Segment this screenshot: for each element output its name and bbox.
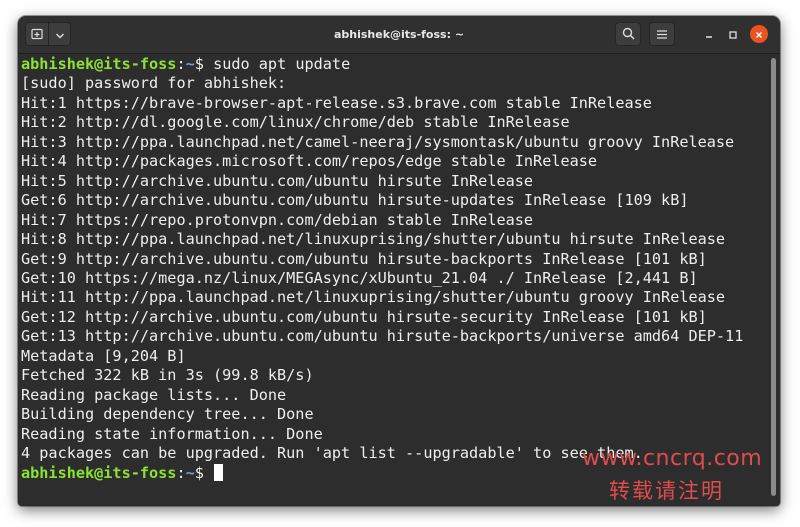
- output-line: Hit:2 http://dl.google.com/linux/chrome/…: [21, 113, 570, 132]
- hamburger-menu-icon: [656, 25, 668, 44]
- title-bar[interactable]: abhishek@its-foss: ~: [18, 16, 780, 54]
- output-line: Hit:7 https://repo.protonvpn.com/debian …: [21, 210, 534, 229]
- output-line: Get:13 http://archive.ubuntu.com/ubuntu …: [21, 327, 744, 346]
- command-text: sudo apt update: [213, 55, 351, 73]
- watermark-url: www.cncrq.com: [582, 446, 763, 471]
- output-line: Reading package lists... Done: [21, 385, 287, 404]
- output-line: Hit:4 http://packages.microsoft.com/repo…: [21, 152, 598, 171]
- watermark-text: 转载请注明: [609, 479, 724, 503]
- output-line: Hit:11 http://ppa.launchpad.net/linuxupr…: [21, 288, 726, 307]
- output-line: [sudo] password for abhishek:: [21, 74, 287, 93]
- output-line: Get:10 https://mega.nz/linux/MEGAsync/xU…: [21, 268, 698, 287]
- text-cursor: [214, 463, 224, 481]
- scrollbar[interactable]: [771, 58, 776, 496]
- search-button[interactable]: [615, 22, 641, 46]
- terminal-output: abhishek@its-foss:~$ sudo apt update [su…: [21, 55, 743, 483]
- terminal-area[interactable]: abhishek@its-foss:~$ sudo apt update [su…: [18, 54, 780, 506]
- close-button[interactable]: [750, 25, 768, 43]
- output-line: Hit:8 http://ppa.launchpad.net/linuxupri…: [21, 230, 726, 249]
- prompt-separator: :: [176, 463, 186, 482]
- search-icon: [622, 25, 635, 44]
- new-tab-button[interactable]: [25, 22, 49, 46]
- output-line: Hit:1 https://brave-browser-apt-release.…: [21, 93, 652, 112]
- menu-button[interactable]: [649, 22, 675, 46]
- output-line: Hit:3 http://ppa.launchpad.net/camel-nee…: [21, 132, 735, 151]
- maximize-button[interactable]: [725, 26, 741, 42]
- prompt-dollar: $: [194, 55, 214, 73]
- output-line: Get:6 http://archive.ubuntu.com/ubuntu h…: [21, 191, 689, 210]
- terminal-window: abhishek@its-foss: ~ abhishek@its-foss:~…: [18, 16, 780, 506]
- output-line: Hit:5 http://archive.ubuntu.com/ubuntu h…: [21, 171, 534, 190]
- output-line: 4 packages can be upgraded. Run 'apt lis…: [21, 444, 643, 463]
- output-line: Building dependency tree... Done: [21, 405, 314, 424]
- prompt-user: abhishek@its-foss: [21, 55, 177, 73]
- chevron-down-icon: [55, 25, 65, 44]
- new-tab-group: [25, 22, 71, 46]
- prompt-dollar: $: [194, 463, 214, 482]
- output-line: Reading state information... Done: [21, 424, 323, 443]
- output-line: Fetched 322 kB in 3s (99.8 kB/s): [21, 366, 314, 385]
- prompt-path: ~: [185, 463, 195, 482]
- output-line: Get:9 http://archive.ubuntu.com/ubuntu h…: [21, 249, 707, 268]
- new-tab-icon: [31, 25, 43, 44]
- minimize-button[interactable]: [701, 26, 717, 42]
- minimize-icon: [704, 25, 714, 44]
- tab-menu-dropdown-button[interactable]: [48, 22, 71, 46]
- prompt-user: abhishek@its-foss: [21, 463, 177, 482]
- prompt-path: ~: [185, 55, 195, 73]
- output-line: Metadata [9,204 B]: [21, 346, 186, 365]
- prompt-separator: :: [176, 55, 186, 73]
- close-icon: [754, 25, 764, 44]
- output-line: Get:12 http://archive.ubuntu.com/ubuntu …: [21, 307, 707, 326]
- maximize-icon: [728, 25, 738, 44]
